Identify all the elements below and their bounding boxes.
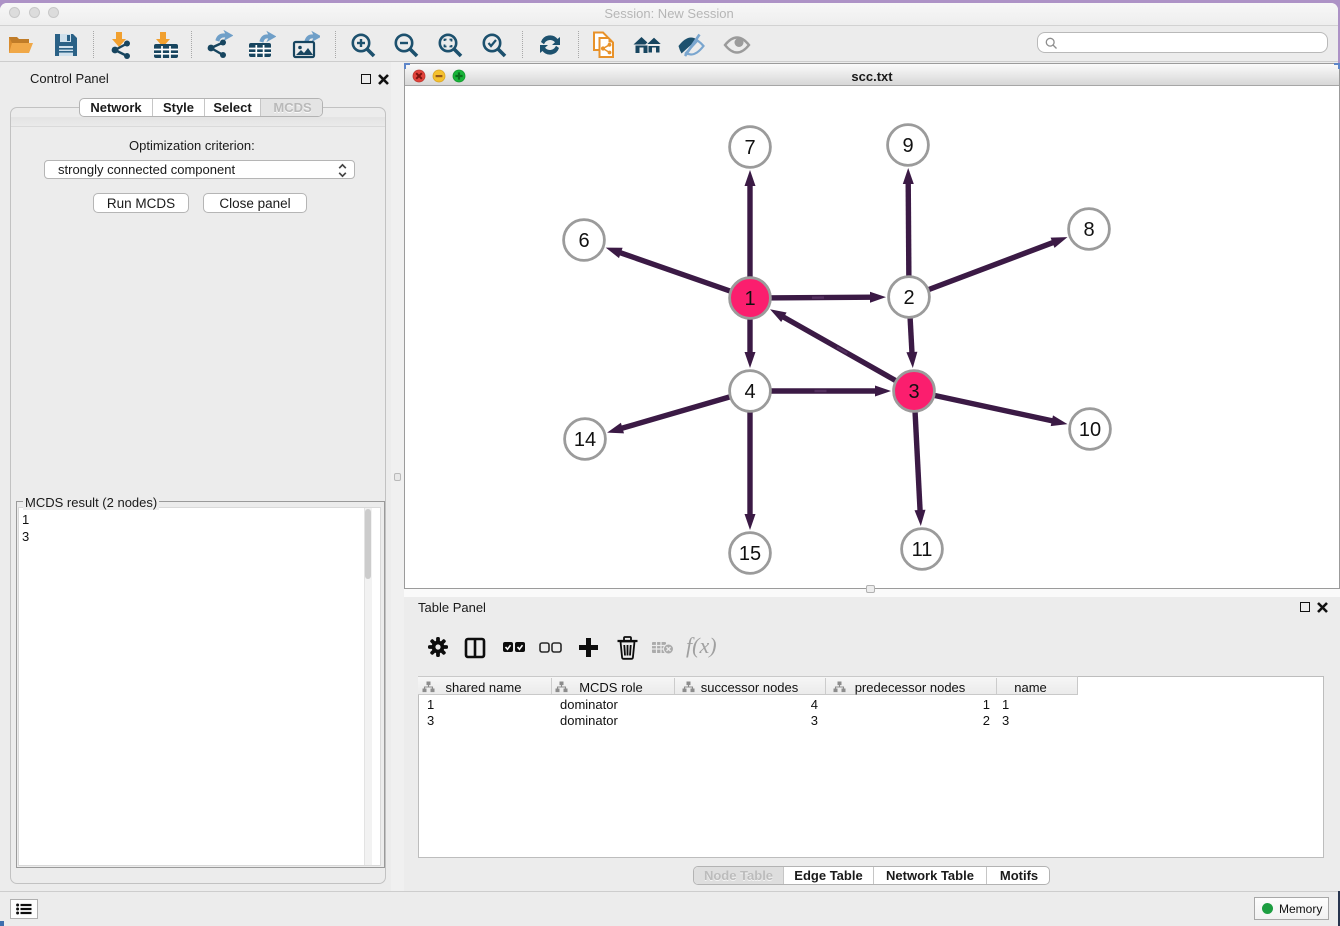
svg-text:7: 7 bbox=[744, 137, 755, 159]
svg-text:10: 10 bbox=[1079, 419, 1101, 441]
svg-text:3: 3 bbox=[908, 381, 919, 403]
svg-text:1: 1 bbox=[744, 288, 755, 310]
svg-text:9: 9 bbox=[902, 135, 913, 157]
svg-text:11: 11 bbox=[912, 539, 933, 561]
svg-text:6: 6 bbox=[578, 230, 589, 252]
svg-text:15: 15 bbox=[739, 543, 761, 565]
svg-text:8: 8 bbox=[1083, 219, 1094, 241]
svg-text:14: 14 bbox=[574, 429, 596, 451]
svg-text:4: 4 bbox=[744, 381, 755, 403]
svg-text:2: 2 bbox=[903, 287, 914, 309]
